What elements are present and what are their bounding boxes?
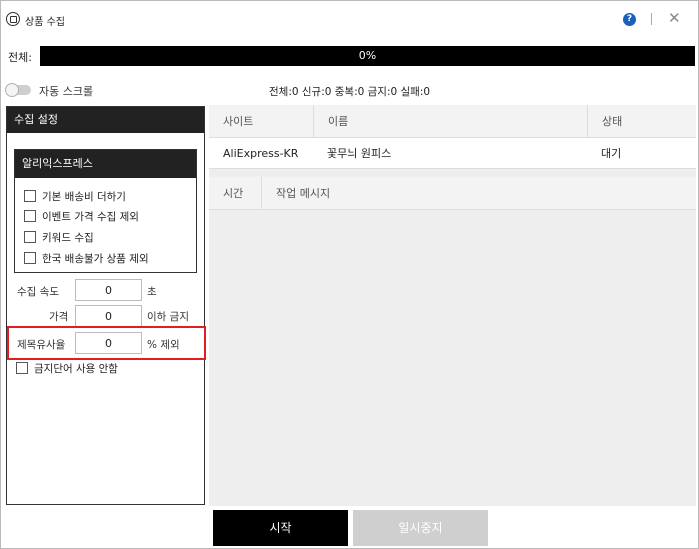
option-label: 기본 배송비 더하기 [42, 190, 126, 203]
column-name[interactable]: 이름 [313, 105, 587, 138]
product-table-header: 사이트 이름 상태 [209, 105, 696, 138]
overall-progress-bar: 0% [40, 46, 695, 66]
help-icon[interactable]: ? [623, 13, 636, 26]
checkbox[interactable] [24, 231, 36, 243]
results-area: 사이트 이름 상태 AliExpress-KR 꽃무늬 원피스 대기 시간 작업… [209, 105, 696, 506]
close-icon[interactable]: ✕ [668, 10, 681, 26]
auto-scroll-toggle[interactable] [5, 83, 31, 97]
option-label: 한국 배송불가 상품 제외 [42, 252, 149, 265]
aliexpress-options-box: 알리익스프레스 기본 배송비 더하기 이벤트 가격 수집 제외 키워드 수집 한… [14, 149, 197, 273]
column-message[interactable]: 작업 메시지 [261, 177, 696, 210]
cell-name: 꽃무늬 원피스 [327, 147, 392, 160]
aliexpress-header: 알리익스프레스 [15, 150, 196, 178]
checkbox[interactable] [16, 362, 28, 374]
progress-percent: 0% [358, 49, 377, 62]
product-table: 사이트 이름 상태 AliExpress-KR 꽃무늬 원피스 대기 [209, 105, 696, 169]
price-label: 가격 [49, 311, 69, 323]
checkbox[interactable] [24, 252, 36, 264]
similarity-highlight [7, 326, 206, 360]
settings-header: 수집 설정 [7, 107, 204, 133]
price-input[interactable] [75, 305, 142, 327]
option-keyword-collect[interactable]: 키워드 수집 [24, 229, 94, 245]
title-separator [651, 13, 652, 25]
option-disable-banned-words[interactable]: 금지단어 사용 안함 [16, 360, 118, 376]
option-exclude-event-price[interactable]: 이벤트 가격 수집 제외 [24, 208, 139, 224]
log-table-header: 시간 작업 메시지 [209, 177, 696, 210]
price-suffix: 이하 금지 [147, 311, 189, 323]
collection-stats: 전체:0 신규:0 중복:0 금지:0 실패:0 [269, 86, 431, 98]
auto-scroll-label: 자동 스크롤 [39, 85, 94, 98]
option-exclude-no-korea-shipping[interactable]: 한국 배송불가 상품 제외 [24, 250, 149, 266]
option-label: 키워드 수집 [42, 231, 94, 244]
column-time[interactable]: 시간 [209, 177, 261, 210]
collector-window: 상품 수집 ? ✕ 전체: 0% 자동 스크롤 전체:0 신규:0 중복:0 금… [0, 0, 699, 549]
start-button[interactable]: 시작 [213, 510, 348, 546]
cell-status: 대기 [601, 147, 622, 160]
title-bar: 상품 수집 ? ✕ [1, 1, 698, 37]
speed-unit: 초 [147, 286, 157, 298]
speed-label: 수집 속도 [17, 286, 59, 298]
window-title: 상품 수집 [25, 17, 65, 28]
column-site[interactable]: 사이트 [209, 105, 313, 138]
checkbox[interactable] [24, 190, 36, 202]
option-label: 금지단어 사용 안함 [34, 362, 118, 375]
pause-button[interactable]: 일시중지 [353, 510, 488, 546]
table-row[interactable]: AliExpress-KR 꽃무늬 원피스 대기 [209, 138, 696, 169]
option-add-shipping[interactable]: 기본 배송비 더하기 [24, 188, 126, 204]
toggle-knob [5, 83, 19, 97]
cell-site: AliExpress-KR [223, 147, 299, 160]
checkbox[interactable] [24, 210, 36, 222]
speed-input[interactable] [75, 279, 142, 301]
overall-progress-label: 전체: [8, 51, 32, 64]
column-status[interactable]: 상태 [587, 105, 696, 138]
option-label: 이벤트 가격 수집 제외 [42, 210, 139, 223]
app-logo-icon [6, 12, 20, 26]
settings-panel: 수집 설정 알리익스프레스 기본 배송비 더하기 이벤트 가격 수집 제외 키워… [6, 106, 205, 505]
